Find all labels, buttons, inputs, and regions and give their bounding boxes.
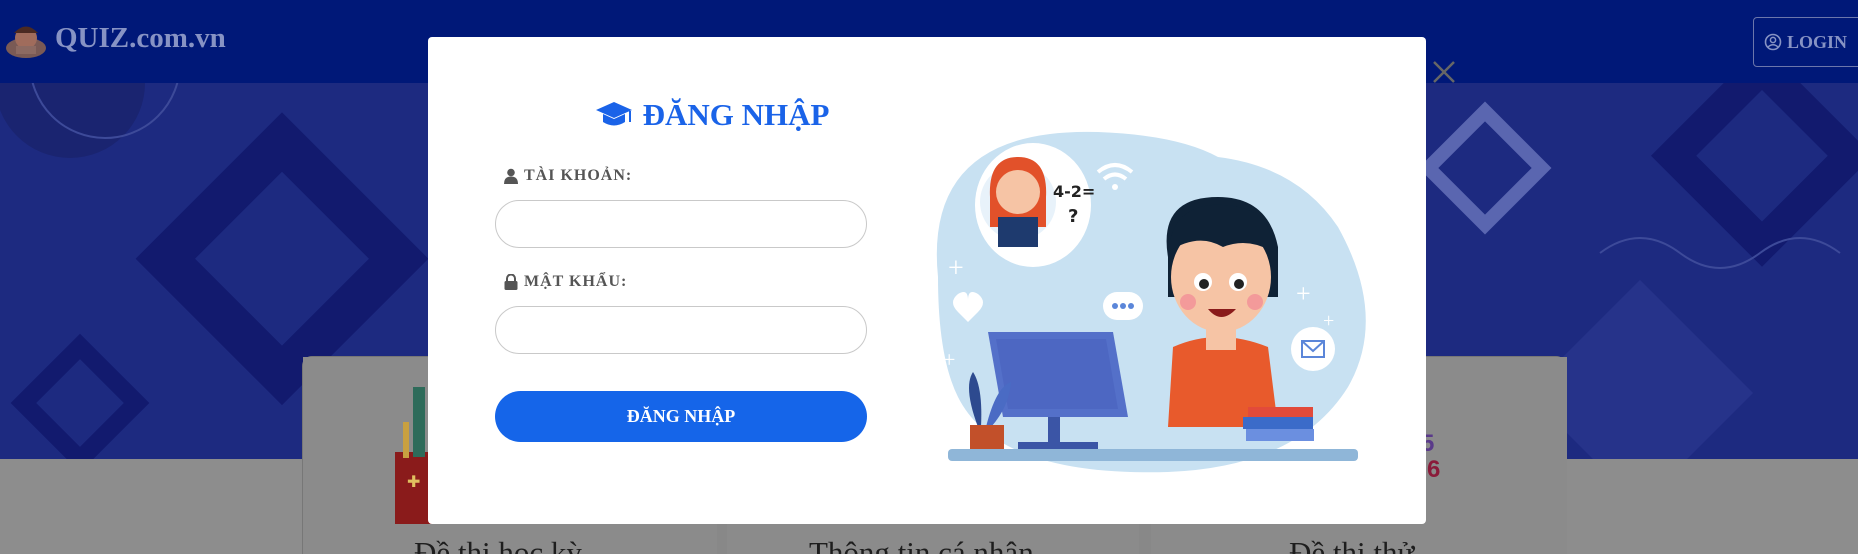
student-illustration: 4-2= ? + + + + xyxy=(936,131,1366,473)
username-input[interactable] xyxy=(495,200,867,248)
lock-icon xyxy=(504,274,518,290)
password-label: MẬT KHẨU: xyxy=(504,273,627,291)
svg-text:6: 6 xyxy=(1427,456,1440,483)
username-label: TÀI KHOẢN: xyxy=(504,167,632,185)
card-title: Đề thi học kỳ xyxy=(414,535,582,554)
svg-text:+: + xyxy=(948,253,964,284)
svg-text:+: + xyxy=(943,347,955,372)
card-title: Đề thi thử xyxy=(1289,535,1415,554)
password-input[interactable] xyxy=(495,306,867,354)
logo-text[interactable]: QUIZ.com.vn xyxy=(55,22,226,55)
svg-text:?: ? xyxy=(1068,206,1078,227)
modal-title-text: ĐĂNG NHẬP xyxy=(642,97,830,132)
login-label: LOGIN xyxy=(1787,31,1848,52)
user-icon xyxy=(504,168,518,184)
svg-text:4-2=: 4-2= xyxy=(1053,182,1095,201)
svg-text:+: + xyxy=(1323,310,1334,332)
card-title: Thông tin cá nhân xyxy=(809,535,1034,554)
login-submit-button[interactable]: ĐĂNG NHẬP xyxy=(495,391,867,442)
numbers-icon: 5 6 xyxy=(1421,430,1440,483)
login-modal: ĐĂNG NHẬP TÀI KHOẢN: MẬT KHẨU: ĐĂNG NHẬP… xyxy=(428,37,1455,524)
login-button[interactable]: LOGIN xyxy=(1753,17,1858,67)
modal-title: ĐĂNG NHẬP xyxy=(428,97,996,133)
user-circle-icon xyxy=(1764,33,1782,51)
logo-icon[interactable] xyxy=(4,18,48,62)
svg-text:+: + xyxy=(1296,279,1311,308)
graduation-cap-icon xyxy=(595,102,632,126)
svg-text:✚: ✚ xyxy=(407,474,420,491)
close-icon[interactable] xyxy=(1429,57,1459,87)
